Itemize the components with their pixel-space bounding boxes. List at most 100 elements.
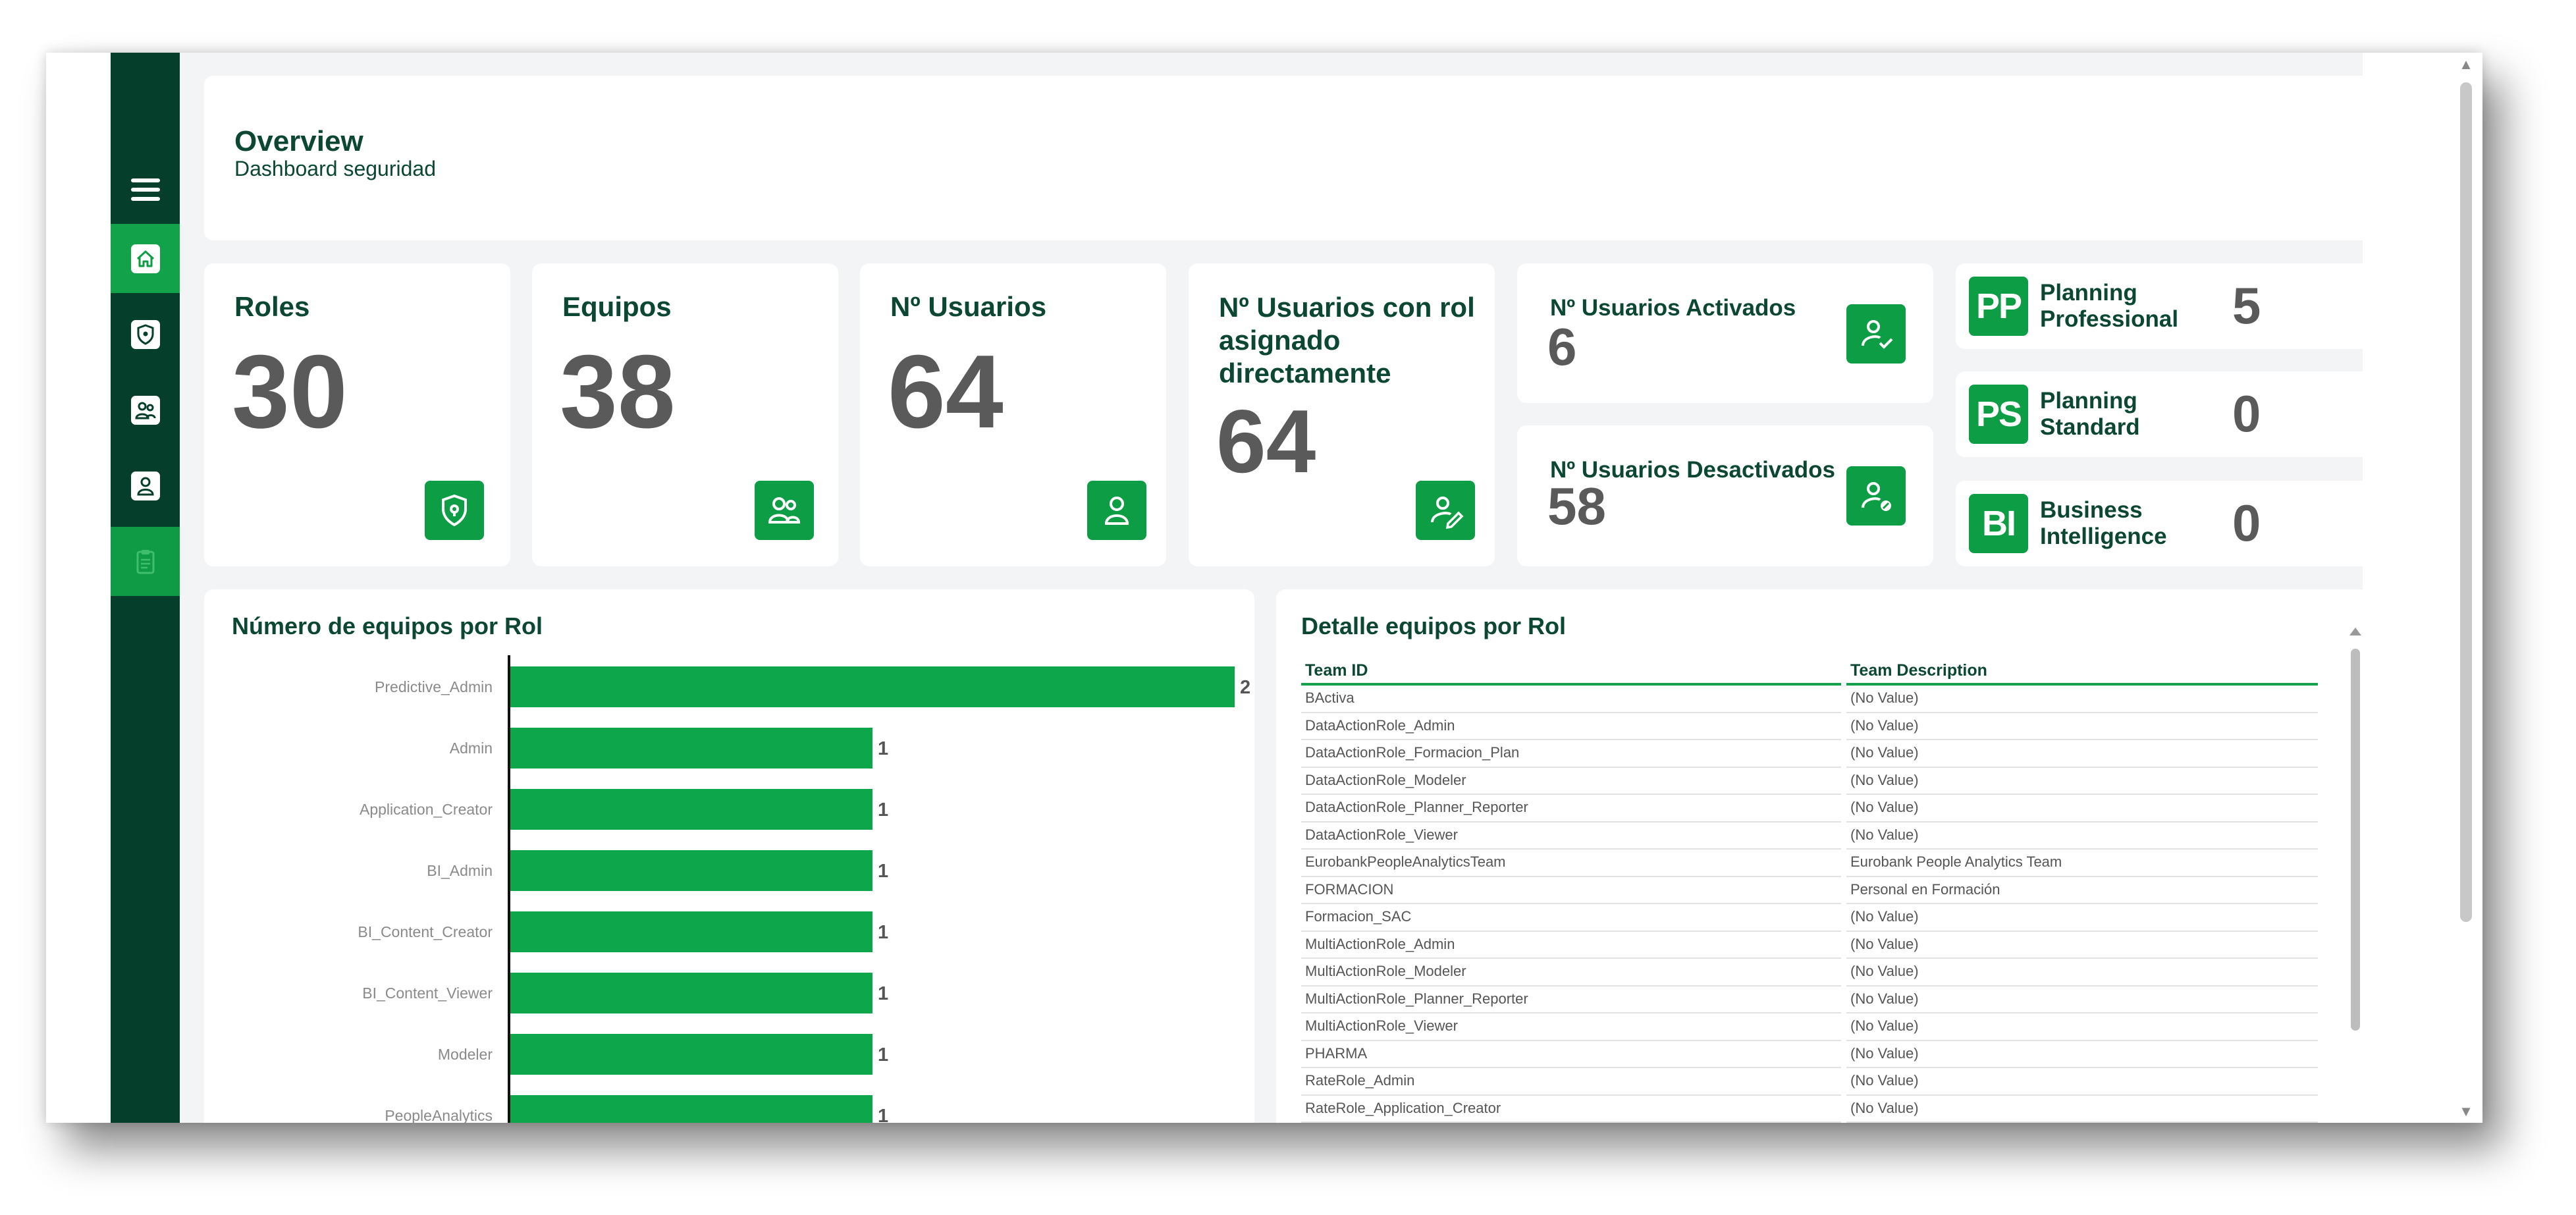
table-scrollbar[interactable]: [2351, 649, 2360, 1031]
bar-Modeler[interactable]: [510, 1034, 872, 1075]
category-label: Admin: [450, 740, 493, 757]
cell-team-description: (No Value): [1846, 795, 2318, 823]
table-row[interactable]: DataActionRole_Planner_Reporter (No Value…: [1301, 795, 2318, 823]
sidebar-item-home[interactable]: [111, 224, 180, 293]
sidebar-menu-button[interactable]: [111, 155, 180, 224]
license-card-pp[interactable]: PP Planning Professional 5: [1956, 263, 2372, 349]
kpi-label: Equipos: [562, 291, 672, 322]
scroll-down-arrow[interactable]: ▼: [2456, 1104, 2476, 1119]
kpi-value: 6: [1547, 317, 1577, 376]
sidebar-item-users[interactable]: [111, 451, 180, 520]
table-row[interactable]: DataActionRole_Formacion_Plan (No Value): [1301, 740, 2318, 768]
license-badge: PP: [1969, 277, 2028, 336]
sidebar: [111, 53, 180, 1123]
kpi-value: 64: [888, 334, 1004, 450]
kpi-card-desactivados[interactable]: Nº Usuarios Desactivados 58: [1517, 425, 1933, 566]
cell-team-description: (No Value): [1846, 740, 2318, 768]
shield-icon: [129, 318, 162, 351]
category-label: BI_Content_Viewer: [362, 985, 493, 1002]
detail-table-container[interactable]: Team ID Team Description BActiva (No Valu…: [1296, 659, 2323, 1123]
header-card: Overview Dashboard seguridad: [204, 76, 2372, 240]
kpi-card-activados[interactable]: Nº Usuarios Activados 6: [1517, 263, 1933, 403]
cell-team-id: DataActionRole_Formacion_Plan: [1301, 740, 1841, 768]
table-row[interactable]: BActiva (No Value): [1301, 686, 2318, 713]
table-row[interactable]: FORMACION Personal en Formación: [1301, 877, 2318, 904]
category-label: PeopleAnalytics: [385, 1107, 493, 1123]
cell-team-id: MultiActionRole_Modeler: [1301, 959, 1841, 986]
license-name-line1: Planning: [2040, 280, 2137, 306]
license-card-bi[interactable]: BI Business Intelligence 0: [1956, 481, 2372, 566]
bar-BI_Content_Creator[interactable]: [510, 911, 872, 952]
cell-team-description: (No Value): [1846, 1013, 2318, 1041]
bar-chart: Predictive_Admin 2 Admin 1 Application_Creat…: [204, 589, 1254, 1123]
bar-Predictive_Admin[interactable]: [510, 666, 1235, 707]
cell-team-id: MultiActionRole_Admin: [1301, 932, 1841, 959]
data-label: 1: [878, 983, 888, 1004]
table-row[interactable]: MultiActionRole_Admin (No Value): [1301, 932, 2318, 959]
license-count: 0: [2232, 385, 2261, 443]
cell-team-id: PHARMA: [1301, 1041, 1841, 1068]
bar-Application_Creator[interactable]: [510, 789, 872, 830]
table-row[interactable]: DataActionRole_Admin (No Value): [1301, 713, 2318, 740]
sidebar-item-clipboard[interactable]: [111, 527, 180, 596]
license-name-line2: Professional: [2040, 306, 2179, 332]
bar-BI_Content_Viewer[interactable]: [510, 973, 872, 1013]
sidebar-item-roles[interactable]: [111, 300, 180, 369]
clipboard-icon: [129, 545, 162, 578]
cell-team-id: Formacion_SAC: [1301, 904, 1841, 932]
cell-team-id: EurobankPeopleAnalyticsTeam: [1301, 850, 1841, 877]
table-row[interactable]: Formacion_SAC (No Value): [1301, 904, 2318, 932]
kpi-card-equipos[interactable]: Equipos 38: [532, 263, 838, 566]
cell-team-description: Eurobank People Analytics Team: [1846, 850, 2318, 877]
cell-team-description: (No Value): [1846, 686, 2318, 713]
cell-team-id: DataActionRole_Modeler: [1301, 768, 1841, 795]
cell-team-id: DataActionRole_Admin: [1301, 713, 1841, 740]
scroll-thumb[interactable]: [2460, 82, 2472, 922]
table-row[interactable]: MultiActionRole_Planner_Reporter (No Valu…: [1301, 986, 2318, 1013]
sidebar-item-teams[interactable]: [111, 375, 180, 445]
data-label: 1: [878, 861, 888, 882]
user-disabled-icon: [1846, 466, 1906, 526]
category-label: Modeler: [438, 1046, 493, 1063]
kpi-card-roles[interactable]: Roles 30: [204, 263, 510, 566]
table-row[interactable]: DataActionRole_Viewer (No Value): [1301, 823, 2318, 850]
kpi-value: 64: [1216, 391, 1316, 491]
user-edit-icon: [1416, 481, 1475, 540]
cell-team-id: DataActionRole_Viewer: [1301, 823, 1841, 850]
cell-team-description: (No Value): [1846, 932, 2318, 959]
bar-BI_Admin[interactable]: [510, 850, 872, 891]
table-row[interactable]: MultiActionRole_Viewer (No Value): [1301, 1013, 2318, 1041]
bar-PeopleAnalytics[interactable]: [510, 1095, 872, 1123]
column-header-team-id[interactable]: Team ID: [1301, 659, 1841, 686]
data-label: 1: [878, 1106, 888, 1123]
license-card-ps[interactable]: PS Planning Standard 0: [1956, 371, 2372, 457]
table-row[interactable]: RateRole_Admin (No Value): [1301, 1068, 2318, 1096]
cell-team-description: Personal en Formación: [1846, 877, 2318, 904]
license-count: 0: [2232, 494, 2261, 552]
table-row[interactable]: EurobankPeopleAnalyticsTeam Eurobank Peop…: [1301, 850, 2318, 877]
user-icon: [129, 470, 162, 502]
home-icon: [129, 242, 162, 275]
table-row[interactable]: PHARMA (No Value): [1301, 1041, 2318, 1068]
window-scrollbar[interactable]: ▲ ▼: [2448, 53, 2482, 1123]
detail-table: Team ID Team Description BActiva (No Valu…: [1296, 659, 2323, 1123]
cell-team-description: (No Value): [1846, 986, 2318, 1013]
table-row[interactable]: DataActionRole_Modeler (No Value): [1301, 768, 2318, 795]
bar-Admin[interactable]: [510, 728, 872, 769]
table-row[interactable]: MultiActionRole_Modeler (No Value): [1301, 959, 2318, 986]
cell-team-description: (No Value): [1846, 959, 2318, 986]
table-row[interactable]: RateRole_Application_Creator (No Value): [1301, 1096, 2318, 1123]
cell-team-description: (No Value): [1846, 1096, 2318, 1123]
kpi-label: Nº Usuarios con rol asignado directament…: [1219, 292, 1475, 389]
data-label: 1: [878, 799, 888, 821]
table-scroll-up-arrow[interactable]: [2349, 628, 2361, 635]
kpi-card-usuarios[interactable]: Nº Usuarios 64: [860, 263, 1166, 566]
scroll-up-arrow[interactable]: ▲: [2456, 57, 2476, 72]
cell-team-id: FORMACION: [1301, 877, 1841, 904]
license-name-line2: Standard: [2040, 414, 2140, 440]
cell-team-description: (No Value): [1846, 1068, 2318, 1096]
cell-team-id: DataActionRole_Planner_Reporter: [1301, 795, 1841, 823]
column-header-team-description[interactable]: Team Description: [1846, 659, 2318, 686]
cell-team-description: (No Value): [1846, 1041, 2318, 1068]
kpi-card-usuarios-rol[interactable]: Nº Usuarios con rol asignado directament…: [1189, 263, 1495, 566]
